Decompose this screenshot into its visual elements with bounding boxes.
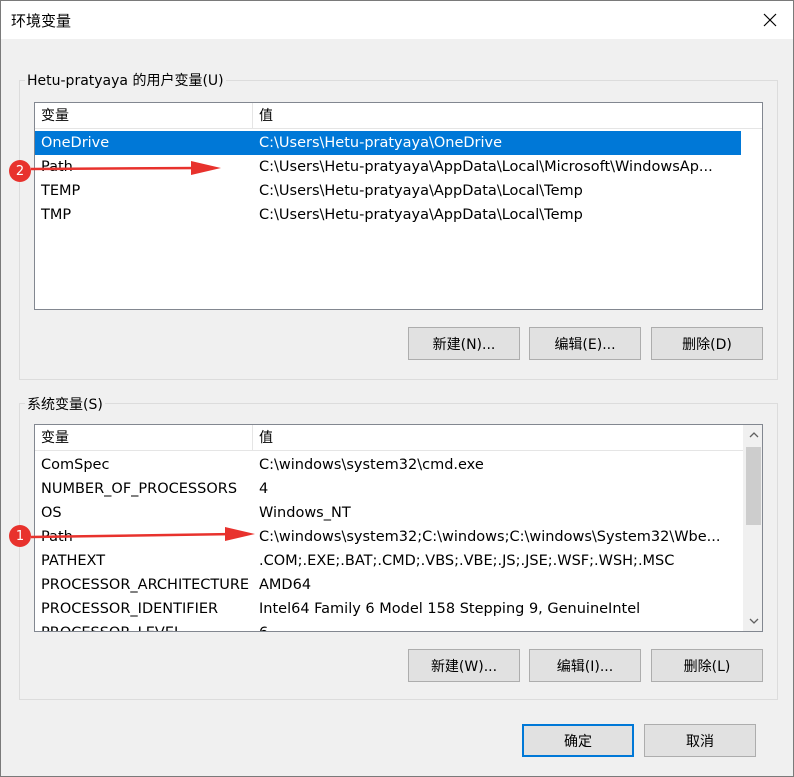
environment-variables-dialog: 环境变量 Hetu-pratyaya 的用户变量(U) 变量 值 OneDriv… — [0, 0, 794, 777]
table-row[interactable]: ComSpec C:\windows\system32\cmd.exe — [35, 453, 743, 477]
column-header-variable[interactable]: 变量 — [35, 103, 253, 129]
variable-name-cell: NUMBER_OF_PROCESSORS — [41, 481, 238, 497]
variable-value-cell: .COM;.EXE;.BAT;.CMD;.VBS;.VBE;.JS;.JSE;.… — [259, 553, 675, 569]
list-header: 变量 值 — [35, 425, 743, 451]
table-row[interactable]: PROCESSOR_IDENTIFIER Intel64 Family 6 Mod… — [35, 597, 743, 621]
table-row[interactable]: PROCESSOR_LEVEL6 — [35, 621, 743, 631]
cancel-button[interactable]: 取消 — [644, 724, 756, 757]
variable-value-cell: C:\Users\Hetu-pratyaya\OneDrive — [259, 135, 503, 151]
user-variables-label: Hetu-pratyaya 的用户变量(U) — [25, 70, 226, 90]
table-row[interactable]: NUMBER_OF_PROCESSORS 4 — [35, 477, 743, 501]
user-delete-button[interactable]: 删除(D) — [651, 327, 763, 360]
list-header: 变量 值 — [35, 103, 762, 129]
variable-name-cell: ComSpec — [41, 457, 110, 473]
table-row[interactable]: TEMP C:\Users\Hetu-pratyaya\AppData\Local… — [35, 179, 741, 203]
system-variables-label: 系统变量(S) — [25, 394, 105, 414]
table-row[interactable]: OS Windows_NT — [35, 501, 743, 525]
user-new-button[interactable]: 新建(N)... — [408, 327, 520, 360]
variable-name-cell: OS — [41, 505, 62, 521]
variable-value-cell: C:\Users\Hetu-pratyaya\AppData\Local\Tem… — [259, 207, 583, 223]
variable-name-cell: PATHEXT — [41, 553, 106, 569]
system-delete-button[interactable]: 删除(L) — [651, 649, 763, 682]
system-new-button[interactable]: 新建(W)... — [408, 649, 520, 682]
close-icon — [763, 13, 777, 27]
user-variables-list[interactable]: 变量 值 OneDrive C:\Users\Hetu-pratyaya\OneD… — [34, 102, 763, 310]
variable-name-cell: PROCESSOR_IDENTIFIER — [41, 601, 219, 617]
variable-name-cell: PROCESSOR_ARCHITECTURE — [41, 577, 250, 593]
variable-value-cell: C:\windows\system32;C:\windows;C:\window… — [259, 529, 721, 545]
variable-value-cell: 4 — [259, 481, 269, 497]
variable-value-cell: C:\windows\system32\cmd.exe — [259, 457, 484, 473]
column-header-value[interactable]: 值 — [253, 103, 762, 129]
annotation-arrow-icon — [31, 527, 255, 541]
table-row[interactable]: TMP C:\Users\Hetu-pratyaya\AppData\Local\… — [35, 203, 741, 227]
table-row[interactable]: PROCESSOR_ARCHITECTURE AMD64 — [35, 573, 743, 597]
scroll-up-arrow[interactable] — [744, 425, 762, 445]
close-button[interactable] — [747, 1, 793, 39]
user-edit-button[interactable]: 编辑(E)... — [529, 327, 641, 360]
variable-name-cell: TMP — [41, 207, 72, 223]
system-edit-button[interactable]: 编辑(I)... — [529, 649, 641, 682]
variable-name-cell: PROCESSOR_LEVEL — [35, 621, 253, 631]
variable-value-cell: C:\Users\Hetu-pratyaya\AppData\Local\Mic… — [259, 159, 713, 175]
column-header-variable[interactable]: 变量 — [35, 425, 253, 451]
variable-value-cell: C:\Users\Hetu-pratyaya\AppData\Local\Tem… — [259, 183, 583, 199]
column-header-value[interactable]: 值 — [253, 425, 743, 451]
variable-value-cell: 6 — [253, 621, 743, 631]
annotation-arrow-icon — [31, 161, 221, 175]
ok-button[interactable]: 确定 — [522, 724, 634, 757]
annotation-badge-1: 1 — [9, 525, 31, 547]
scroll-down-arrow[interactable] — [744, 611, 762, 631]
window-title: 环境变量 — [11, 12, 72, 30]
chevron-up-icon — [749, 432, 758, 438]
chevron-down-icon — [749, 618, 758, 624]
variable-name-cell: OneDrive — [41, 135, 110, 151]
variable-value-cell: Intel64 Family 6 Model 158 Stepping 9, G… — [259, 601, 641, 617]
title-bar: 环境变量 — [1, 1, 793, 39]
table-row[interactable]: OneDrive C:\Users\Hetu-pratyaya\OneDrive — [35, 131, 741, 155]
annotation-badge-2: 2 — [9, 160, 31, 182]
system-list-scrollbar[interactable] — [743, 425, 762, 631]
scroll-thumb[interactable] — [746, 447, 761, 525]
variable-value-cell: Windows_NT — [259, 505, 351, 521]
variable-value-cell: AMD64 — [259, 577, 312, 593]
variable-name-cell: TEMP — [41, 183, 81, 199]
table-row[interactable]: PATHEXT .COM;.EXE;.BAT;.CMD;.VBS;.VBE;.JS… — [35, 549, 743, 573]
